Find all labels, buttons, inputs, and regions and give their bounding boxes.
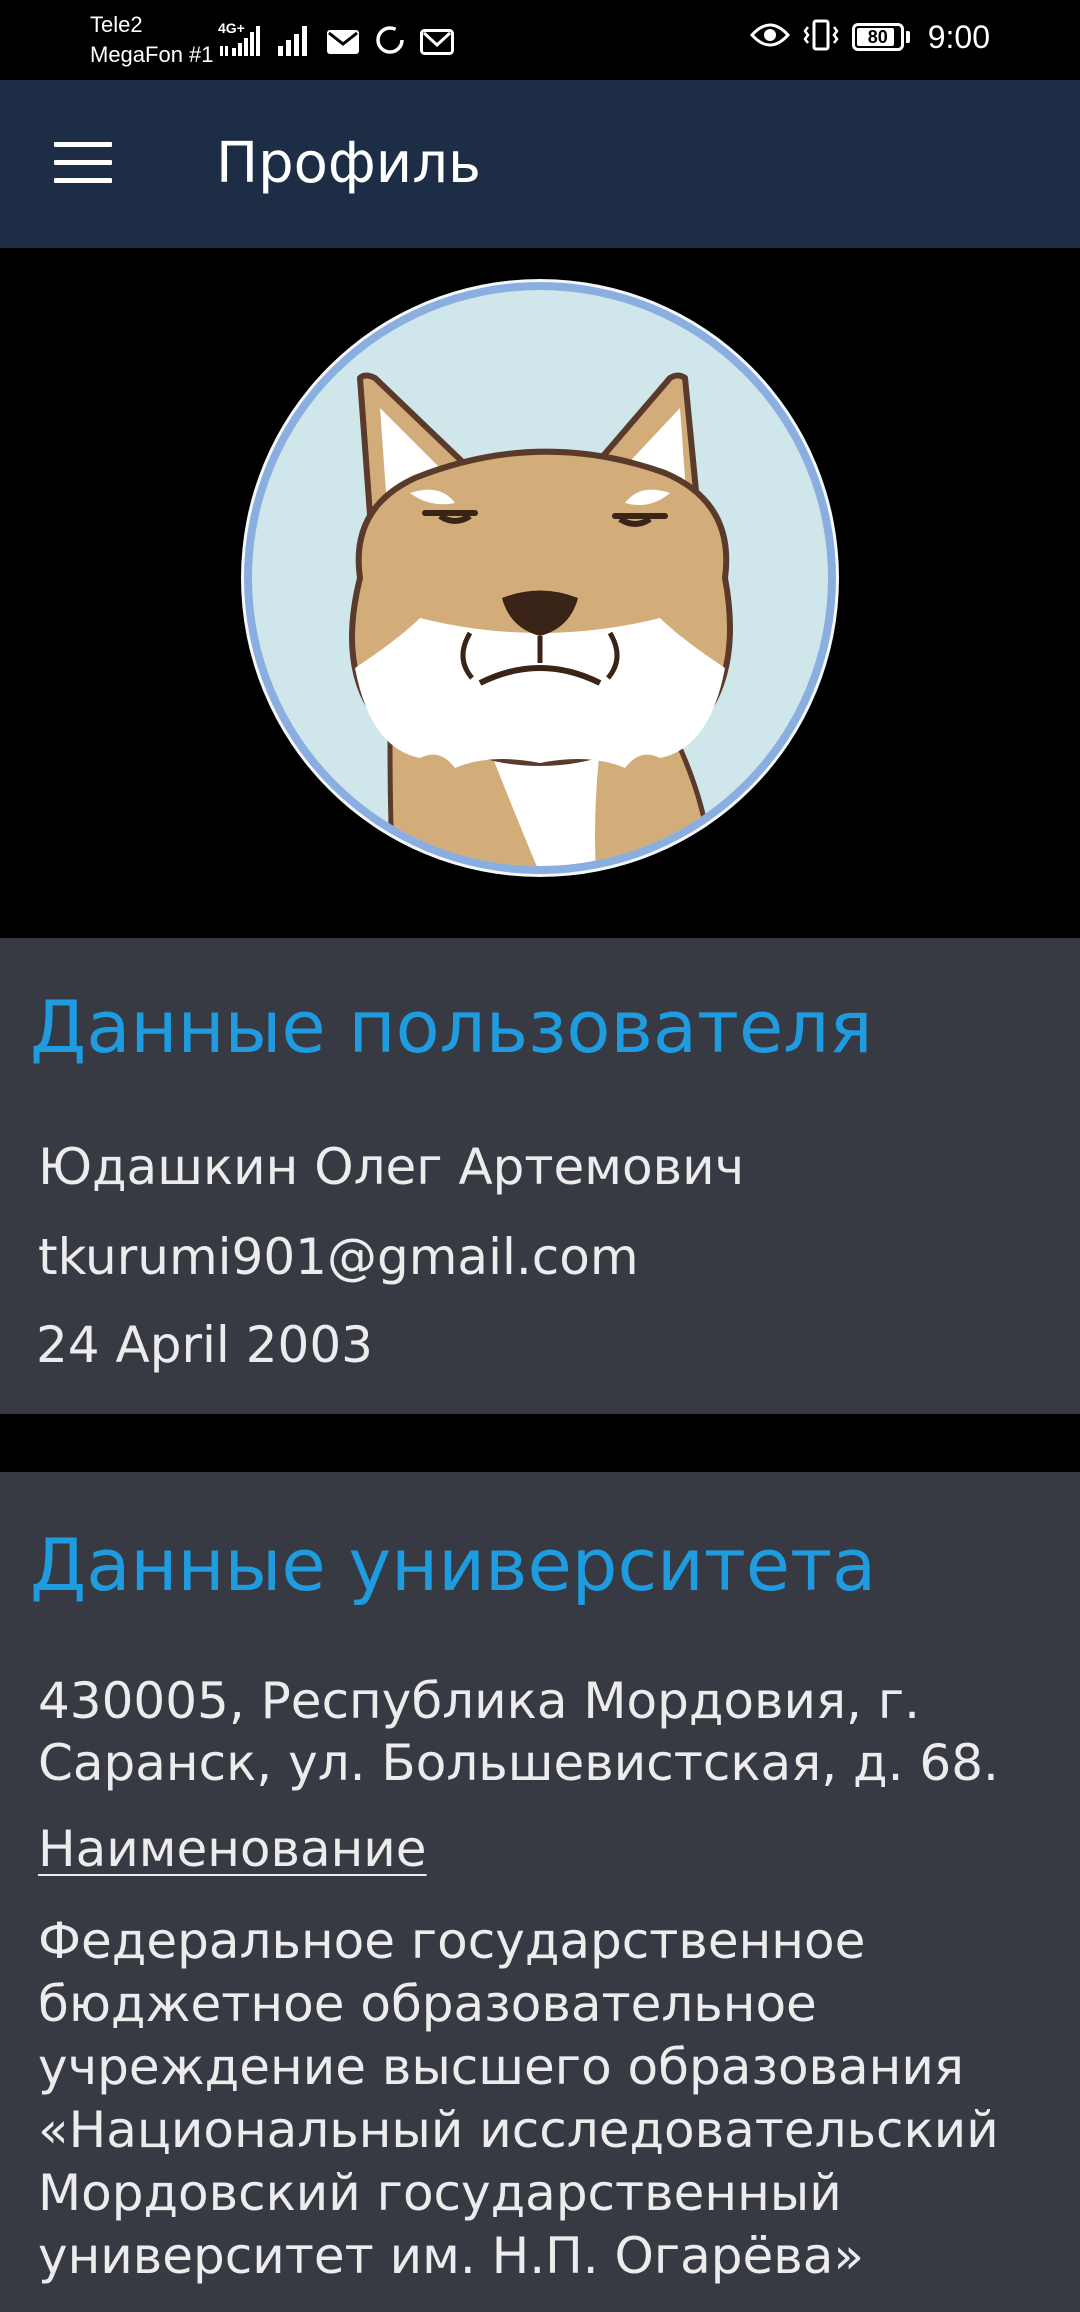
status-icons-left: 4G+ [218, 20, 454, 60]
vibrate-icon [802, 18, 840, 56]
app-bar: Профиль [0, 80, 1080, 248]
carrier-labels: Tele2 MegaFon #1 [90, 10, 214, 70]
status-bar: Tele2 MegaFon #1 4G+ 80 9:00 [0, 0, 1080, 80]
university-name-link[interactable]: Наименование [38, 1818, 427, 1880]
eye-icon [749, 21, 790, 53]
carrier-1-label: Tele2 [90, 12, 143, 37]
status-icons-right: 80 9:00 [749, 18, 990, 56]
user-data-card: Данные пользователя Юдашкин Олег Артемов… [0, 938, 1080, 1414]
clock: 9:00 [927, 18, 990, 55]
battery-level: 80 [867, 26, 888, 47]
avatar[interactable] [240, 278, 840, 878]
fox-avatar-icon [241, 279, 839, 877]
battery-icon: 80 [851, 23, 910, 51]
mail-icon [326, 28, 360, 60]
sync-icon [374, 24, 406, 60]
user-data-title: Данные пользователя [30, 985, 873, 1069]
university-data-card: Данные университета 430005, Республика М… [0, 1472, 1080, 2312]
avatar-section [0, 248, 1080, 938]
user-full-name: Юдашкин Олег Артемович [38, 1138, 745, 1196]
university-full-name: Федеральное государственное бюджетное об… [38, 1912, 999, 2285]
university-data-title: Данные университета [30, 1523, 877, 1607]
page-title: Профиль [216, 131, 481, 196]
user-email: tkurumi901@gmail.com [38, 1228, 639, 1286]
user-birth-date: 24 April 2003 [36, 1316, 373, 1374]
hamburger-menu-icon[interactable] [54, 142, 112, 184]
university-address: 430005, Республика Мордовия, г. Саранск,… [38, 1672, 999, 1792]
carrier-2-label: MegaFon #1 [90, 42, 214, 67]
signal-icon [276, 22, 312, 60]
signal-icon: 4G+ [218, 20, 262, 60]
gmail-icon [420, 28, 454, 60]
